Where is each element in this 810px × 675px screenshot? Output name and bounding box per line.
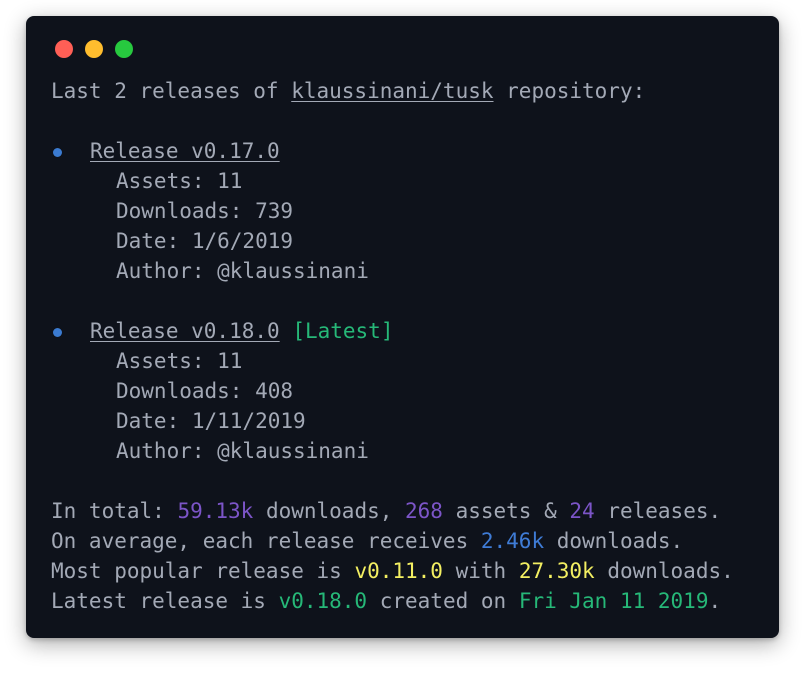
intro-prefix: Last 2 releases of [51,79,292,103]
summary-total-line: In total: 59.13k downloads, 268 assets &… [51,496,721,526]
release-link[interactable]: Release v0.17.0 [90,139,280,163]
release-assets: Assets: 11 [116,349,243,373]
release-date: Date: 1/11/2019 [116,409,306,433]
repo-link[interactable]: klaussinani/tusk [291,79,493,103]
summary-text: downloads. [594,559,734,583]
release-downloads: Downloads: 408 [116,379,294,403]
intro-suffix: repository: [493,79,646,103]
summary-text: created on [367,589,519,613]
total-releases-value: 24 [569,499,595,523]
latest-date-value: Fri Jan 11 2019 [518,589,709,613]
total-assets-value: 268 [405,499,443,523]
release-author: Author: @klaussinani [116,439,369,463]
release-date: Date: 1/6/2019 [116,229,294,253]
summary-text: Latest release is [51,589,279,613]
summary-text: downloads. [544,529,684,553]
popular-downloads-value: 27.30k [518,559,595,583]
minimize-window-button[interactable] [85,40,103,58]
release-author: Author: @klaussinani [116,259,369,283]
summary-text: In total: [51,499,178,523]
release-bullet-icon [53,148,62,157]
latest-release-value: v0.18.0 [278,589,368,613]
summary-text: assets & [442,499,570,523]
summary-text: Most popular release is [51,559,355,583]
summary-average-line: On average, each release receives 2.46k … [51,526,683,556]
total-downloads-value: 59.13k [177,499,254,523]
release-assets: Assets: 11 [116,169,243,193]
release-title-line: Release v0.17.0 [90,136,280,166]
release-title-line: Release v0.18.0 [Latest] [90,316,393,346]
summary-text: On average, each release receives [51,529,481,553]
maximize-window-button[interactable] [115,40,133,58]
summary-popular-line: Most popular release is v0.11.0 with 27.… [51,556,734,586]
summary-text: with [442,559,519,583]
release-downloads: Downloads: 739 [116,199,294,223]
terminal-window: Last 2 releases of klaussinani/tusk repo… [26,16,779,638]
release-bullet-icon [53,328,62,337]
popular-release-value: v0.11.0 [354,559,443,583]
summary-text: releases. [594,499,722,523]
summary-latest-line: Latest release is v0.18.0 created on Fri… [51,586,721,616]
summary-text: downloads, [253,499,406,523]
close-window-button[interactable] [55,40,73,58]
release-link[interactable]: Release v0.18.0 [90,319,280,343]
intro-line: Last 2 releases of klaussinani/tusk repo… [51,76,645,106]
summary-text: . [708,589,722,613]
average-downloads-value: 2.46k [480,529,545,553]
latest-tag: [Latest] [292,319,394,343]
